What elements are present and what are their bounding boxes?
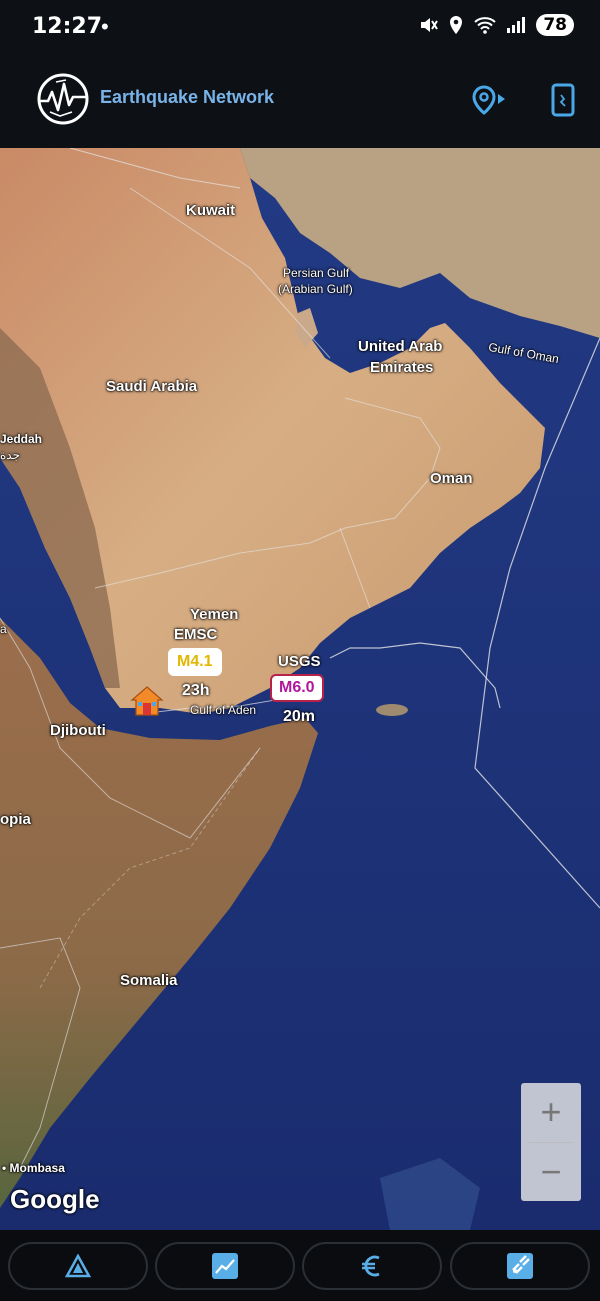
quake-age-emsc: 23h: [182, 682, 210, 699]
map-view[interactable]: Kuwait Persian Gulf (Arabian Gulf) Unite…: [0, 148, 600, 1230]
zoom-in-button[interactable]: +: [521, 1083, 581, 1141]
quake-source-usgs: USGS: [278, 653, 321, 670]
quake-marker-usgs[interactable]: M6.0: [270, 674, 324, 702]
nav-chart-button[interactable]: [155, 1242, 295, 1290]
status-icons: 78: [418, 14, 574, 36]
device-button[interactable]: [541, 78, 585, 122]
alerts-triangle-icon: [65, 1254, 91, 1278]
label-somalia: Somalia: [120, 972, 178, 989]
location-icon: [450, 16, 463, 34]
notification-dot: •: [101, 14, 109, 39]
app-title: Earthquake Network: [100, 87, 275, 107]
label-jeddah-ar: جدة: [0, 448, 21, 462]
label-left-edge: a: [0, 622, 7, 636]
label-kuwait: Kuwait: [186, 202, 236, 219]
battery-indicator: 78: [536, 14, 574, 36]
location-arrow-button[interactable]: [467, 78, 511, 122]
label-ethiopia: opia: [0, 811, 31, 828]
label-oman: Oman: [430, 470, 473, 487]
chart-icon: [212, 1253, 238, 1279]
nav-seismometer-button[interactable]: [450, 1242, 590, 1290]
label-persian-gulf: Persian Gulf: [283, 266, 350, 280]
euro-icon: [362, 1255, 380, 1277]
label-mombasa: • Mombasa: [2, 1161, 65, 1175]
label-uae-line1: United Arab: [358, 338, 443, 355]
label-gulf-of-aden: Gulf of Aden: [190, 703, 257, 717]
status-bar: 12:27 • 78: [0, 0, 600, 56]
label-yemen: Yemen: [190, 606, 239, 623]
signal-icon: [507, 17, 526, 33]
google-attribution: Google: [10, 1184, 100, 1214]
zoom-out-button[interactable]: −: [521, 1143, 581, 1201]
nav-alerts-button[interactable]: [8, 1242, 148, 1290]
quake-marker-emsc[interactable]: M4.1: [168, 648, 222, 676]
label-djibouti: Djibouti: [50, 722, 106, 739]
home-location-icon[interactable]: [130, 684, 164, 718]
zoom-control: + −: [521, 1083, 581, 1201]
bottom-nav: [0, 1230, 600, 1301]
label-saudi-arabia: Saudi Arabia: [106, 378, 198, 395]
mute-icon: [421, 18, 439, 32]
satellite-icon: [507, 1253, 533, 1279]
quake-source-emsc: EMSC: [174, 626, 218, 643]
label-arabian-gulf: (Arabian Gulf): [278, 282, 353, 296]
label-jeddah: Jeddah: [0, 432, 43, 446]
status-time: 12:27: [32, 14, 103, 39]
location-arrow-icon: [472, 85, 505, 115]
earthquake-network-logo-icon: [37, 73, 89, 125]
label-uae-line2: Emirates: [370, 359, 434, 376]
app-bar: Earthquake Network: [0, 56, 600, 148]
wifi-icon: [474, 17, 496, 34]
phone-icon: [551, 83, 575, 117]
quake-age-usgs: 20m: [283, 708, 316, 725]
nav-donate-button[interactable]: [302, 1242, 442, 1290]
